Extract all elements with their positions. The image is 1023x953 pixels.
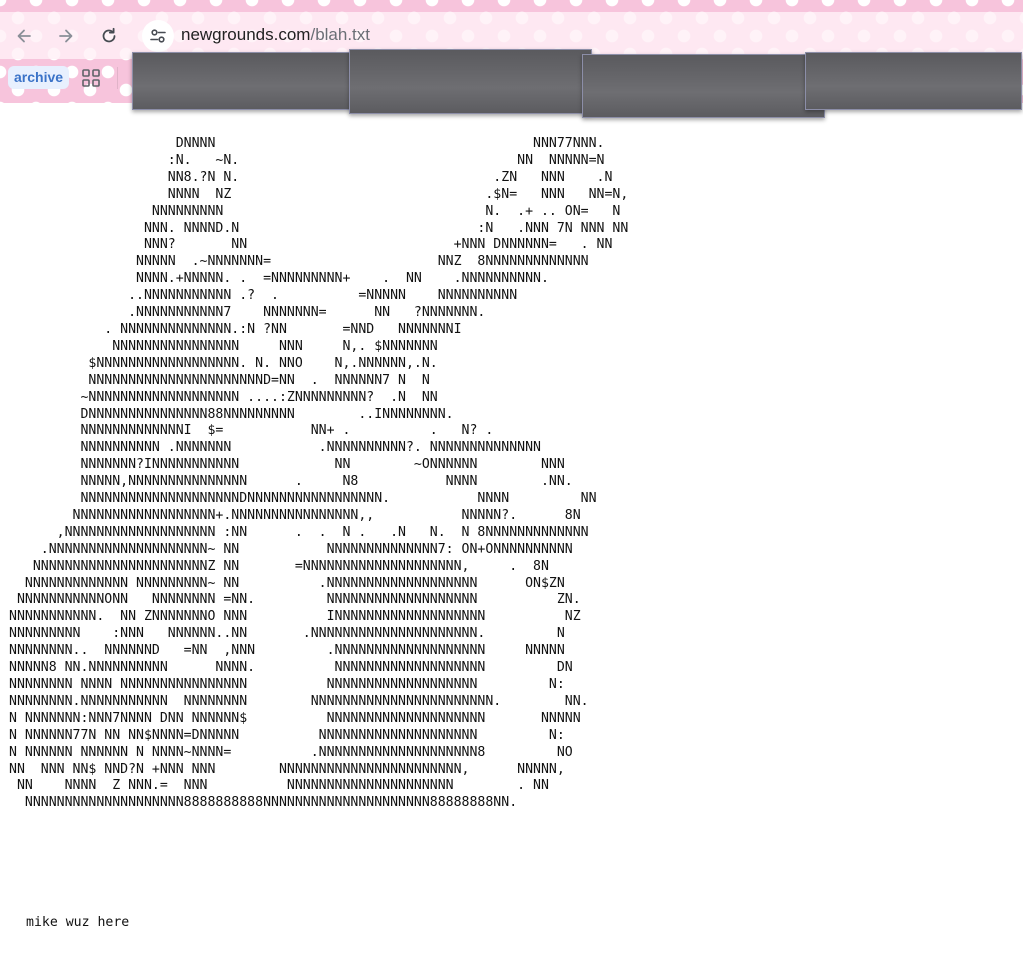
ascii-art-line: NNNNNNNNNNNNNNNNNNNN8888888888NNNNNNNNNN…	[9, 795, 518, 811]
ascii-art-line: .NNNNNNNNNNN7 NNNNNNN= NN ?NNNNNNN.	[9, 305, 486, 321]
ascii-art: DNNNN NNN77NNN. :N. ~N. NN NNNNN=N NN8.?…	[9, 136, 628, 812]
ascii-art-line: NNNNNNNNNN .NNNNNNN .NNNNNNNNNN?. NNNNNN…	[9, 440, 541, 456]
ascii-art-line: NNNNNNNNN N. .+ .. ON= N	[9, 203, 621, 219]
ascii-art-line: N NNNNNN77N NN NN$NNNN=DNNNNN NNNNNNNNNN…	[9, 727, 565, 743]
reload-icon	[102, 27, 116, 43]
ascii-art-line: $NNNNNNNNNNNNNNNNNN. N. NNO N,.NNNNNN,.N…	[9, 355, 438, 371]
ascii-art-line: DNNNNNNNNNNNNNNN88NNNNNNNNN ..INNNNNNNN.	[9, 406, 454, 422]
bookmark-bar-divider	[117, 67, 118, 89]
ascii-art-line: NNNNNNNNNNNNNNNN NNN N,. $NNNNNNN	[9, 338, 438, 354]
ascii-art-line: .NNNNNNNNNNNNNNNNNNNN~ NN NNNNNNNNNNNNNN…	[9, 541, 573, 557]
ascii-art-line: NNNNNNNN.. NNNNNND =NN ,NNN .NNNNNNNNNNN…	[9, 643, 565, 659]
ascii-art-line: NN8.?N N. .ZN NNN .N	[9, 169, 613, 185]
redaction-block	[132, 52, 352, 110]
arrow-right-icon	[59, 29, 73, 43]
url-host: newgrounds.com	[181, 25, 311, 44]
reload-button[interactable]	[95, 22, 123, 50]
ascii-art-line: NNNNNNNNNNNNNNNNNN+.NNNNNNNNNNNNNNNN,, N…	[9, 507, 581, 523]
ascii-art-line: NNNNNNNNNNNNNNNNNNNNDNNNNNNNNNNNNNNNNN. …	[9, 491, 597, 507]
ascii-art-line: NNNNNNNN NNNN NNNNNNNNNNNNNNNN NNNNNNNNN…	[9, 677, 565, 692]
signature-text: mike wuz here	[26, 915, 130, 930]
ascii-art-line: . NNNNNNNNNNNNNN.:N ?NN =NND NNNNNNNI	[9, 321, 462, 337]
back-button[interactable]	[10, 22, 38, 50]
ascii-art-line: ,NNNNNNNNNNNNNNNNNNN :NN . . N . .N N. N…	[9, 524, 589, 540]
ascii-art-line: DNNNN NNN77NNN.	[9, 136, 605, 151]
tune-icon	[150, 29, 166, 43]
ascii-art-line: NNNNNNN?INNNNNNNNNNN NN ~ONNNNNN NNN	[9, 457, 565, 473]
ascii-art-line: NNNNNNNNNNNONN NNNNNNNN =NN. NNNNNNNNNNN…	[9, 592, 581, 608]
ascii-art-line: NNNNNNNNNNNNNNNNNNNNNND=NN . NNNNNN7 N N	[9, 372, 430, 388]
ascii-art-line: NNNNNNNNNNNNN NNNNNNNNN~ NN .NNNNNNNNNNN…	[9, 575, 565, 591]
ascii-art-line: NNNN NZ .$N= NNN NN=N,	[9, 186, 629, 202]
ascii-art-line: NNNNNNNNNNNNNNNNNNNNNNZ NN =NNNNNNNNNNNN…	[9, 558, 549, 574]
ascii-art-line: NN NNNN Z NNN.= NNN NNNNNNNNNNNNNNNNNNNN…	[9, 778, 549, 794]
site-info-button[interactable]	[142, 20, 174, 52]
ascii-art-line: ..NNNNNNNNNNN .? . =NNNNN NNNNNNNNNN	[9, 288, 518, 304]
redaction-block	[349, 49, 592, 114]
ascii-art-line: NNN. NNNND.N :N .NNN 7N NNN NN	[9, 220, 629, 236]
redaction-block	[582, 54, 825, 118]
ascii-art-line: NNN? NN +NNN DNNNNNN= . NN	[9, 237, 613, 253]
forward-button[interactable]	[52, 22, 80, 50]
ascii-art-line: NNNNNNNNNNN. NN ZNNNNNNNO NNN INNNNNNNNN…	[9, 609, 581, 625]
ascii-art-line: NNNNN8 NN.NNNNNNNNNN NNNN. NNNNNNNNNNNNN…	[9, 660, 573, 676]
url-text[interactable]: newgrounds.com/blah.txt	[181, 24, 370, 46]
ascii-art-line: NNNNNNNNN :NNN NNNNNN..NN .NNNNNNNNNNNNN…	[9, 626, 565, 642]
arrow-left-icon	[17, 29, 31, 43]
ascii-art-line: :N. ~N. NN NNNNN=N	[9, 152, 605, 168]
ascii-art-line: NN NNN NN$ NND?N +NNN NNN NNNNNNNNNNNNNN…	[9, 761, 565, 777]
ascii-art-line: NNNNNNNNNNNNNI $= NN+ . . N? .	[9, 423, 494, 439]
ascii-art-line: ~NNNNNNNNNNNNNNNNNNN ....:ZNNNNNNNNN? .N…	[9, 389, 438, 405]
ascii-art-line: NNNN.+NNNNN. . =NNNNNNNNN+ . NN .NNNNNNN…	[9, 271, 549, 287]
url-path: /blah.txt	[310, 25, 371, 44]
apps-grid-icon[interactable]	[81, 68, 101, 88]
ascii-art-line: N NNNNNN NNNNNN N NNNN~NNNN= .NNNNNNNNNN…	[9, 744, 573, 760]
ascii-art-line: N NNNNNNN:NNN7NNNN DNN NNNNNN$ NNNNNNNNN…	[9, 710, 581, 726]
redaction-block	[805, 52, 1022, 110]
ascii-art-line: NNNNN .~NNNNNNN= NNZ 8NNNNNNNNNNNNN	[9, 254, 589, 270]
bookmark-archive[interactable]: archive	[8, 66, 70, 89]
ascii-art-line: NNNNNNNN.NNNNNNNNNNN NNNNNNNN NNNNNNNNNN…	[9, 693, 589, 709]
ascii-art-line: NNNNN,NNNNNNNNNNNNNNN . N8 NNNN .NN.	[9, 474, 573, 490]
